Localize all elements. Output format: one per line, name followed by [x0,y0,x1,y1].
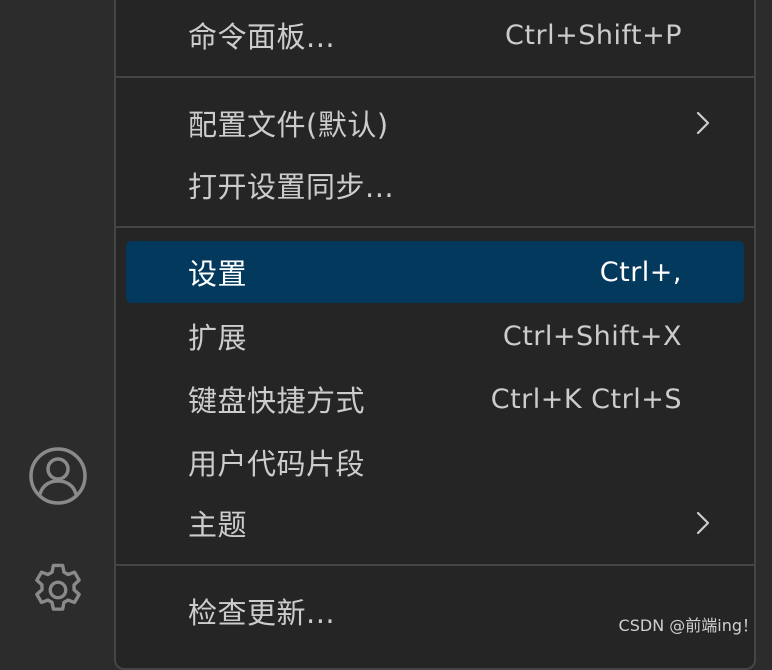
menu-item-label: 扩展 [188,315,247,357]
menu-item-shortcut: Ctrl+, [600,257,682,288]
menu-item-label: 设置 [188,251,247,293]
menu-item-user-snippets[interactable]: 用户代码片段 [126,431,744,493]
menu-item-extensions[interactable]: 扩展 Ctrl+Shift+X [126,305,744,367]
account-icon[interactable] [24,442,92,510]
menu-item-keyboard-shortcuts[interactable]: 键盘快捷方式 Ctrl+K Ctrl+S [126,368,744,430]
menu-separator [116,564,754,566]
menu-item-shortcut: Ctrl+Shift+P [505,20,682,51]
menu-separator [116,76,754,78]
menu-item-settings-sync[interactable]: 打开设置同步... [126,154,744,216]
menu-item-command-palette[interactable]: 命令面板... Ctrl+Shift+P [126,4,744,66]
menu-item-label: 打开设置同步... [188,164,394,206]
menu-item-label: 检查更新... [188,590,335,632]
menu-item-label: 键盘快捷方式 [188,378,365,420]
menu-item-label: 命令面板... [188,14,335,56]
menu-item-shortcut: Ctrl+Shift+X [503,321,682,352]
menu-item-label: 配置文件(默认) [188,102,389,144]
chevron-right-icon [692,112,714,134]
menu-item-label: 用户代码片段 [188,441,365,483]
menu-item-settings[interactable]: 设置 Ctrl+, [126,241,744,303]
gear-icon[interactable] [24,556,92,624]
menu-item-label: 主题 [188,502,247,544]
activity-bar [0,0,116,646]
manage-context-menu: 命令面板... Ctrl+Shift+P 配置文件(默认) 打开设置同步... … [114,0,756,670]
menu-item-shortcut: Ctrl+K Ctrl+S [491,384,682,415]
watermark: CSDN @前端ing！ [619,612,758,636]
menu-item-themes[interactable]: 主题 [126,492,744,554]
chevron-right-icon [692,512,714,534]
menu-separator [116,226,754,228]
menu-item-profiles[interactable]: 配置文件(默认) [126,92,744,154]
